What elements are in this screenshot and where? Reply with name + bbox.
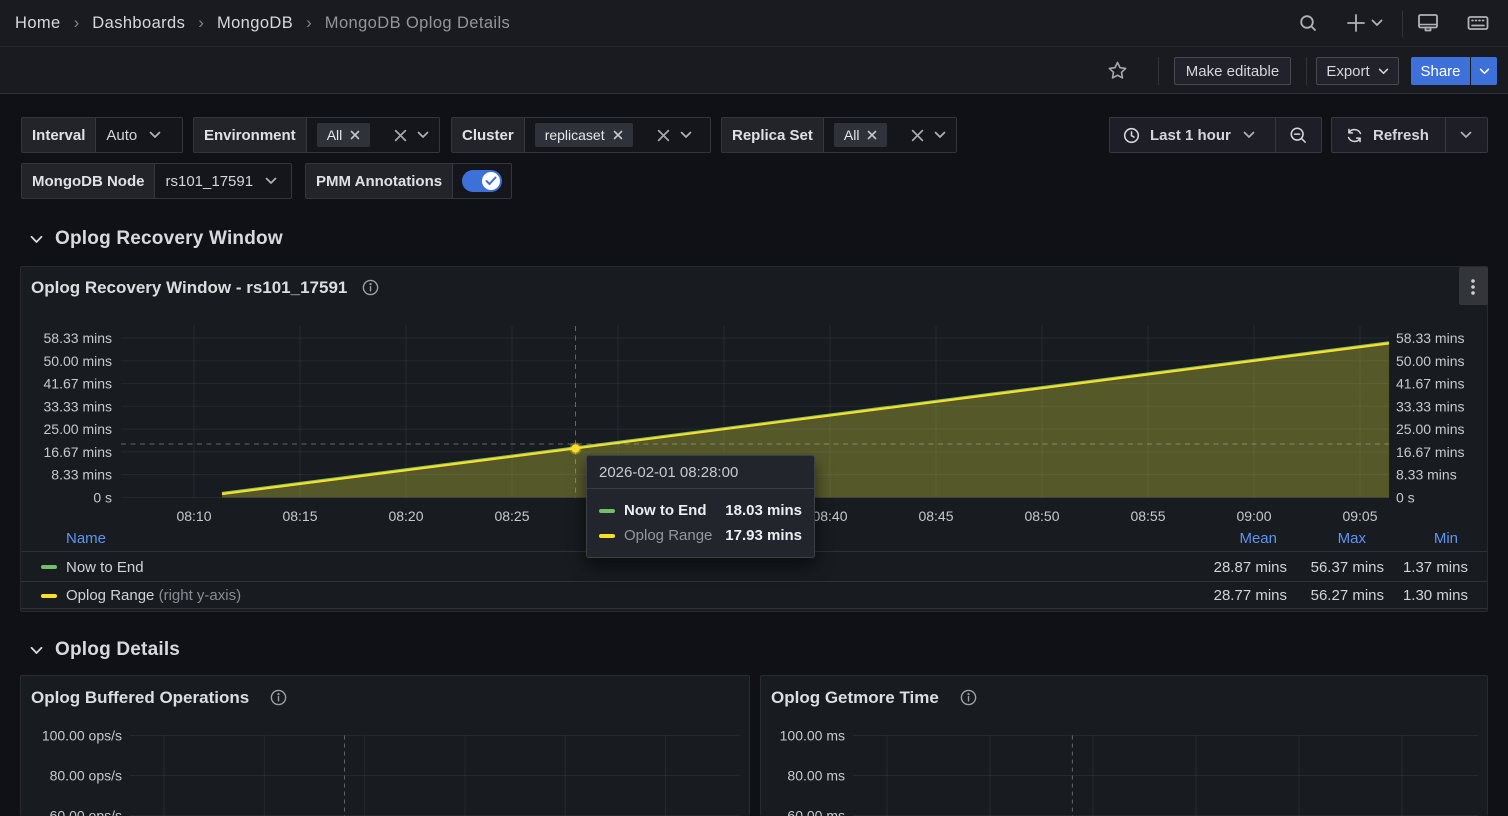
svg-text:80.00 ms: 80.00 ms	[787, 768, 845, 784]
svg-text:50.00 mins: 50.00 mins	[1396, 353, 1464, 369]
svg-text:33.33 mins: 33.33 mins	[1396, 398, 1464, 414]
svg-text:25.00 mins: 25.00 mins	[44, 421, 112, 437]
svg-text:08:25: 08:25	[494, 508, 529, 524]
svg-text:08:15: 08:15	[282, 508, 317, 524]
svg-text:8.33 mins: 8.33 mins	[51, 467, 112, 483]
svg-text:60.00 ops/s: 60.00 ops/s	[50, 808, 122, 816]
svg-text:50.00 mins: 50.00 mins	[44, 353, 112, 369]
svg-text:08:50: 08:50	[1024, 508, 1059, 524]
svg-text:0 s: 0 s	[1396, 490, 1415, 506]
svg-text:25.00 mins: 25.00 mins	[1396, 421, 1464, 437]
svg-text:08:10: 08:10	[176, 508, 211, 524]
svg-text:8.33 mins: 8.33 mins	[1396, 467, 1457, 483]
svg-text:100.00 ops/s: 100.00 ops/s	[42, 728, 122, 744]
svg-text:09:00: 09:00	[1236, 508, 1271, 524]
svg-text:08:45: 08:45	[918, 508, 953, 524]
svg-text:33.33 mins: 33.33 mins	[44, 398, 112, 414]
svg-text:0 s: 0 s	[93, 490, 112, 506]
svg-text:09:05: 09:05	[1342, 508, 1377, 524]
svg-text:60.00 ms: 60.00 ms	[787, 808, 845, 816]
svg-text:58.33 mins: 58.33 mins	[1396, 330, 1464, 346]
svg-text:41.67 mins: 41.67 mins	[1396, 376, 1464, 392]
svg-text:80.00 ops/s: 80.00 ops/s	[50, 768, 122, 784]
svg-text:58.33 mins: 58.33 mins	[44, 330, 112, 346]
svg-text:08:20: 08:20	[388, 508, 423, 524]
svg-text:41.67 mins: 41.67 mins	[44, 376, 112, 392]
svg-text:100.00 ms: 100.00 ms	[780, 728, 845, 744]
svg-text:08:55: 08:55	[1130, 508, 1165, 524]
svg-text:08:40: 08:40	[812, 508, 847, 524]
svg-text:16.67 mins: 16.67 mins	[44, 444, 112, 460]
svg-text:16.67 mins: 16.67 mins	[1396, 444, 1464, 460]
